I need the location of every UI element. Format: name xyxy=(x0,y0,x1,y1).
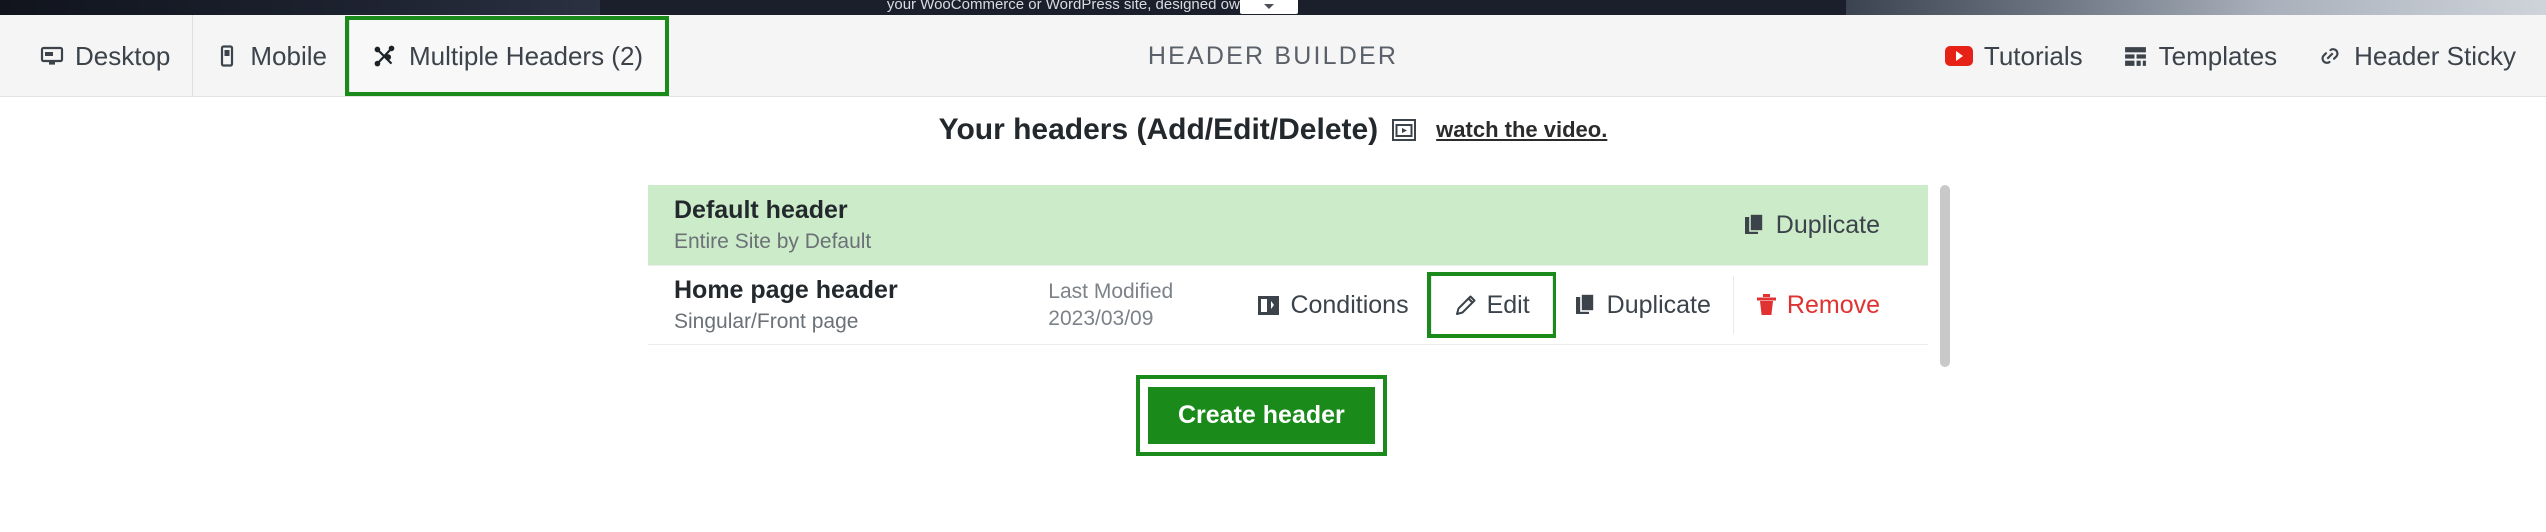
header-list-item-default[interactable]: Default header Entire Site by Default Du… xyxy=(648,185,1928,265)
header-item-subtitle: Entire Site by Default xyxy=(674,229,872,253)
header-list-item-home[interactable]: Home page header Singular/Front page Las… xyxy=(648,265,1928,345)
edit-button[interactable]: Edit xyxy=(1426,272,1556,338)
templates-grid-icon xyxy=(2123,44,2148,69)
toolbar-tutorials[interactable]: Tutorials xyxy=(1925,15,2103,97)
conditions-button[interactable]: Conditions xyxy=(1235,276,1430,334)
pencil-icon xyxy=(1454,294,1477,317)
desktop-icon xyxy=(40,44,64,68)
toolbar-tutorials-label: Tutorials xyxy=(1983,40,2083,71)
mobile-icon xyxy=(215,44,239,68)
header-item-names: Home page header Singular/Front page xyxy=(674,275,1048,335)
banner-text: your WooCommerce or WordPress site, desi… xyxy=(886,0,1274,13)
header-item-names: Default header Entire Site by Default xyxy=(674,195,1094,255)
tab-multiple-headers[interactable]: Multiple Headers (2) xyxy=(344,16,670,96)
link-chain-icon xyxy=(2317,43,2343,69)
headers-list: Default header Entire Site by Default Du… xyxy=(648,185,1928,345)
banner-photo-right xyxy=(1846,0,2546,15)
youtube-icon xyxy=(1944,45,1973,67)
toolbar-left-group: Desktop Mobile Multiple Headers (2) xyxy=(18,15,670,97)
duplicate-icon xyxy=(1744,213,1766,237)
page-banner-strip: your WooCommerce or WordPress site, desi… xyxy=(0,0,2546,15)
duplicate-button-label: Duplicate xyxy=(1606,290,1711,319)
headers-list-scrollbar[interactable] xyxy=(1940,185,1950,367)
video-frame-icon xyxy=(1392,119,1417,141)
trash-icon xyxy=(1756,293,1777,317)
tab-mobile-label: Mobile xyxy=(250,40,327,71)
page-title-row: Your headers (Add/Edit/Delete) watch the… xyxy=(0,113,2546,147)
last-modified-label: Last Modified xyxy=(1048,279,1174,303)
remove-button-label: Remove xyxy=(1786,290,1880,319)
header-builder-toolbar: HEADER BUILDER Desktop Mobile Multiple H… xyxy=(0,15,2546,97)
header-item-actions: Duplicate xyxy=(1722,196,1902,254)
tab-desktop[interactable]: Desktop xyxy=(18,15,192,97)
header-item-title: Home page header xyxy=(674,276,898,305)
toolbar-templates-label: Templates xyxy=(2158,40,2278,71)
conditions-icon xyxy=(1257,294,1280,317)
toolbar-header-sticky[interactable]: Header Sticky xyxy=(2297,15,2536,97)
watch-the-video-link[interactable]: watch the video. xyxy=(1436,117,1607,143)
last-modified-date: 2023/03/09 xyxy=(1048,307,1154,330)
duplicate-icon xyxy=(1575,293,1597,317)
toolbar-templates[interactable]: Templates xyxy=(2103,15,2298,97)
tab-mobile[interactable]: Mobile xyxy=(192,15,349,97)
header-item-actions: Conditions Edit Duplicate Remove xyxy=(1235,272,1902,338)
header-item-modified: Last Modified 2023/03/09 xyxy=(1048,278,1235,333)
tab-multiple-headers-label: Multiple Headers (2) xyxy=(408,40,644,71)
conditions-button-label: Conditions xyxy=(1290,290,1409,319)
header-builder-content: Your headers (Add/Edit/Delete) watch the… xyxy=(0,97,2546,532)
remove-button[interactable]: Remove xyxy=(1732,276,1902,334)
tab-desktop-label: Desktop xyxy=(75,40,171,71)
header-item-title: Default header xyxy=(674,196,848,225)
multiple-headers-icon xyxy=(372,43,398,69)
duplicate-button[interactable]: Duplicate xyxy=(1722,196,1902,254)
create-header-button[interactable]: Create header xyxy=(1148,387,1375,444)
header-item-subtitle: Singular/Front page xyxy=(674,309,859,333)
edit-button-label: Edit xyxy=(1486,290,1530,319)
toolbar-right-group: Tutorials Templates Header Sticky xyxy=(1925,15,2536,97)
duplicate-button[interactable]: Duplicate xyxy=(1551,276,1733,334)
page-title: Your headers (Add/Edit/Delete) xyxy=(938,113,1379,146)
banner-dropdown-chevron xyxy=(1240,0,1298,14)
scrollbar-thumb[interactable] xyxy=(1940,185,1950,367)
toolbar-header-sticky-label: Header Sticky xyxy=(2354,40,2516,71)
banner-photo-left xyxy=(0,0,600,15)
duplicate-button-label: Duplicate xyxy=(1775,210,1880,239)
create-header-highlight: Create header xyxy=(1136,375,1387,456)
